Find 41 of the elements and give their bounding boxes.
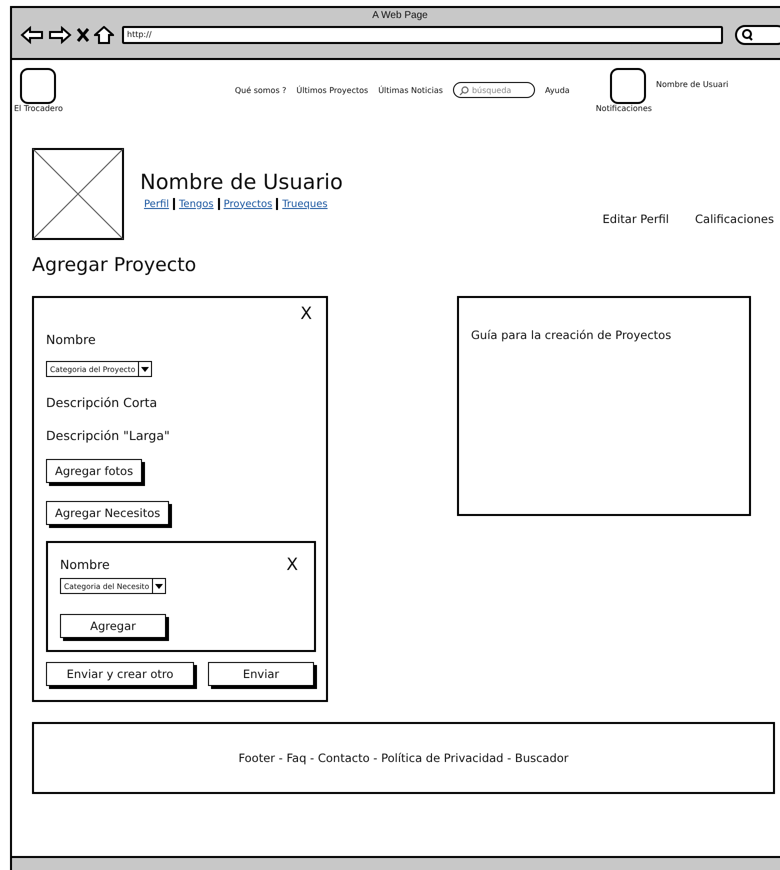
- page-title: Agregar Proyecto: [32, 254, 198, 276]
- add-button[interactable]: Agregar: [60, 614, 166, 638]
- user-name[interactable]: Nombre de Usuari: [656, 80, 728, 89]
- notifications-placeholder[interactable]: [610, 68, 646, 104]
- guide-title: Guía para la creación de Proyectos: [471, 328, 672, 342]
- field-label: Nombre: [60, 557, 110, 572]
- caret-icon: [138, 362, 152, 376]
- profile-action-link[interactable]: Editar Perfil: [602, 212, 669, 226]
- close-button[interactable]: X: [286, 555, 298, 575]
- search-icon[interactable]: [735, 25, 780, 45]
- field-label: Descripción "Larga": [46, 428, 170, 443]
- add-button[interactable]: Agregar fotos: [46, 459, 142, 483]
- back-icon[interactable]: [20, 26, 44, 44]
- close-icon[interactable]: [76, 27, 90, 43]
- caret-icon: [152, 579, 166, 593]
- add-button[interactable]: Agregar Necesitos: [46, 501, 170, 525]
- logo-label: El Trocadero: [14, 104, 63, 113]
- logo-placeholder: [20, 68, 56, 104]
- home-icon[interactable]: [94, 26, 114, 44]
- close-button[interactable]: X: [300, 304, 312, 324]
- profile-action-link[interactable]: Calificaciones: [695, 212, 774, 226]
- profile-tab-link[interactable]: Tengos: [179, 198, 214, 210]
- notifications-label: Notificaciones: [596, 104, 652, 113]
- submit-button[interactable]: Enviar y crear otro: [46, 662, 194, 686]
- help-link[interactable]: Ayuda: [544, 86, 570, 94]
- profile-name: Nombre de Usuario: [140, 170, 343, 194]
- forward-icon[interactable]: [48, 26, 72, 44]
- submit-button[interactable]: Enviar: [208, 662, 314, 686]
- search-field[interactable]: búsqueda: [452, 82, 535, 98]
- nav-link[interactable]: Últimas Noticias: [378, 86, 443, 94]
- field-label: Nombre: [46, 332, 96, 347]
- search-icon: [458, 86, 469, 96]
- field-label: Descripción Corta: [46, 395, 158, 410]
- nav-link[interactable]: Últimos Proyectos: [296, 86, 368, 94]
- profile-tab-link[interactable]: Proyectos: [224, 198, 272, 210]
- url-field[interactable]: http://: [122, 26, 723, 44]
- profile-tab-link[interactable]: Trueques: [282, 198, 328, 210]
- footer-text: Footer - Faq - Contacto - Política de Privacidad - Buscador: [238, 751, 569, 765]
- nav-link[interactable]: Qué somos ?: [234, 86, 286, 94]
- window-title: A Web Page: [371, 10, 429, 21]
- profile-tab-link[interactable]: Perfil: [144, 198, 170, 210]
